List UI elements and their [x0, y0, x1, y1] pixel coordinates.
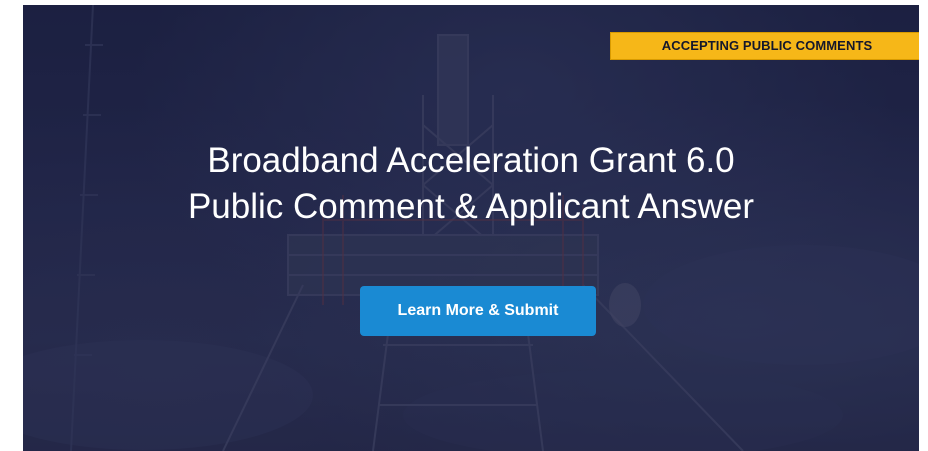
title-line-2: Public Comment & Applicant Answer	[187, 187, 755, 226]
status-badge: ACCEPTING PUBLIC COMMENTS	[610, 32, 919, 60]
title-line-1: Broadband Acceleration Grant 6.0	[207, 141, 735, 180]
hero-banner: ACCEPTING PUBLIC COMMENTS Broadband Acce…	[23, 5, 919, 451]
page-title: Broadband Acceleration Grant 6.0 Public …	[23, 138, 919, 230]
learn-more-submit-button[interactable]: Learn More & Submit	[360, 286, 596, 336]
